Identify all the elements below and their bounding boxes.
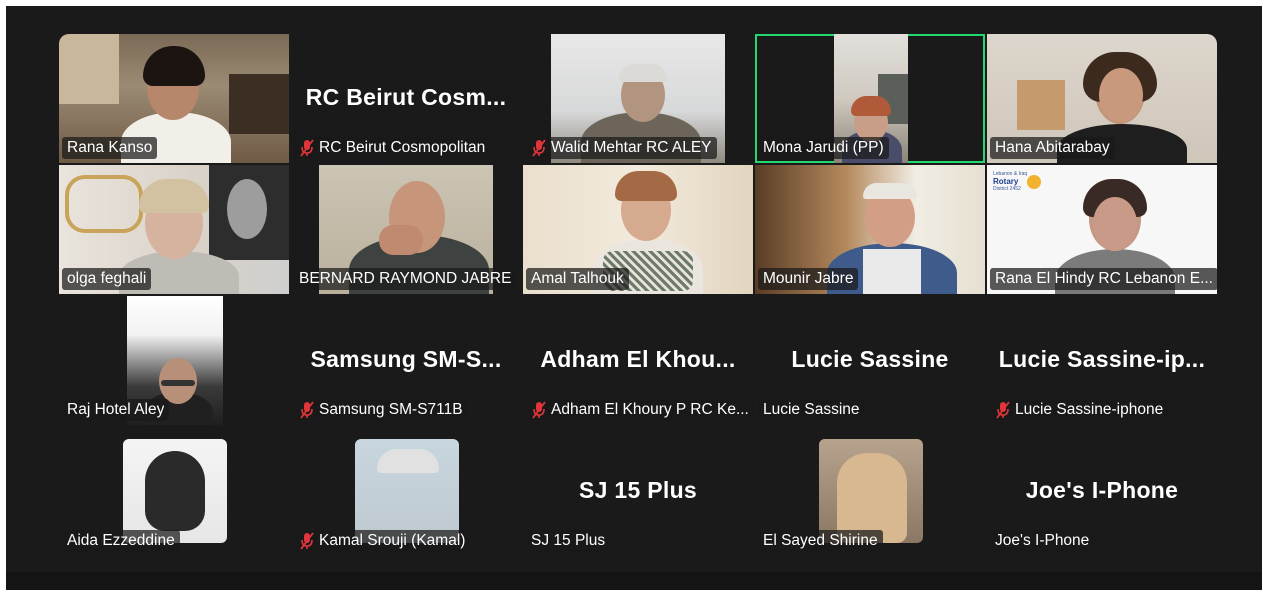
participant-display-name: Adham El Khou... (540, 346, 736, 372)
profile-photo (123, 439, 227, 543)
participant-name: Rana Kanso (67, 139, 153, 156)
participant-display-name: Lucie Sassine-ip... (998, 346, 1206, 372)
participant-name-label: Rana Kanso (62, 137, 158, 159)
participant-tile[interactable]: El Sayed Shirine (755, 427, 985, 556)
participant-tile[interactable]: Lucie Sassine Lucie Sassine (755, 296, 985, 425)
participant-tile[interactable]: olga feghali (59, 165, 289, 294)
participant-name: Kamal Srouji (Kamal) (319, 532, 466, 549)
participant-name: Adham El Khoury P RC Ke... (551, 401, 749, 418)
participant-name: SJ 15 Plus (531, 532, 606, 549)
participant-name-label: olga feghali (62, 268, 152, 290)
participant-name: Walid Mehtar RC ALEY (551, 139, 712, 156)
meeting-window: Rana Kanso RC Beirut Cosm... RC Beirut C… (6, 6, 1262, 590)
participant-name: Mounir Jabre (763, 270, 854, 287)
participant-name: Raj Hotel Aley (67, 401, 165, 418)
participant-display-name: RC Beirut Cosm... (305, 84, 507, 110)
participant-tile[interactable]: Adham El Khou... Adham El Khoury P RC Ke… (523, 296, 753, 425)
participant-name: RC Beirut Cosmopolitan (319, 139, 486, 156)
participant-name-label: Rana El Hindy RC Lebanon E... (990, 268, 1217, 290)
participant-name-label: SJ 15 Plus (526, 530, 611, 552)
participant-tile[interactable]: Mounir Jabre (755, 165, 985, 294)
profile-photo (819, 439, 923, 543)
participant-name: Lucie Sassine (763, 401, 860, 418)
participant-name-label: Samsung SM-S711B (294, 399, 468, 421)
participant-name: Aida Ezzeddine (67, 532, 175, 549)
participant-gallery: Rana Kanso RC Beirut Cosm... RC Beirut C… (59, 34, 1217, 556)
participant-name-label: Adham El Khoury P RC Ke... (526, 399, 753, 421)
participant-name-label: Amal Talhouk (526, 268, 629, 290)
participant-tile-active-speaker[interactable]: Mona Jarudi (PP) (755, 34, 985, 163)
participant-name-label: El Sayed Shirine (758, 530, 883, 552)
participant-name: olga feghali (67, 270, 147, 287)
participant-tile[interactable]: Walid Mehtar RC ALEY (523, 34, 753, 163)
participant-tile[interactable]: RC Beirut Cosm... RC Beirut Cosmopolitan (291, 34, 521, 163)
participant-display-name: Lucie Sassine (791, 346, 949, 372)
muted-microphone-icon (996, 401, 1010, 419)
participant-name-label: Hana Abitarabay (990, 137, 1115, 159)
participant-name-label: Aida Ezzeddine (62, 530, 180, 552)
participant-name-label: Raj Hotel Aley (62, 399, 170, 421)
participant-tile[interactable]: BERNARD RAYMOND JABRE (291, 165, 521, 294)
rotary-background-logo: Lebanon & Iraq Rotary District 2452 (993, 171, 1027, 192)
participant-tile[interactable]: Amal Talhouk (523, 165, 753, 294)
muted-microphone-icon (300, 139, 314, 157)
participant-name: BERNARD RAYMOND JABRE (299, 270, 512, 287)
muted-microphone-icon (532, 401, 546, 419)
participant-name-label: Mounir Jabre (758, 268, 859, 290)
participant-tile[interactable]: Hana Abitarabay (987, 34, 1217, 163)
participant-display-name: Samsung SM-S... (310, 346, 502, 372)
participant-name: Hana Abitarabay (995, 139, 1110, 156)
participant-name-label: Walid Mehtar RC ALEY (526, 137, 717, 159)
participant-tile[interactable]: Samsung SM-S... Samsung SM-S711B (291, 296, 521, 425)
participant-tile[interactable]: Lebanon & Iraq Rotary District 2452 Rana… (987, 165, 1217, 294)
participant-tile[interactable]: Kamal Srouji (Kamal) (291, 427, 521, 556)
participant-name-label: Joe's I-Phone (990, 530, 1095, 552)
participant-name-label: Lucie Sassine (758, 399, 865, 421)
participant-tile[interactable]: SJ 15 Plus SJ 15 Plus (523, 427, 753, 556)
participant-name: Mona Jarudi (PP) (763, 139, 884, 156)
participant-name-label: BERNARD RAYMOND JABRE (294, 268, 517, 290)
participant-name-label: Kamal Srouji (Kamal) (294, 530, 471, 552)
participant-name: Rana El Hindy RC Lebanon E... (995, 270, 1213, 287)
participant-tile[interactable]: Aida Ezzeddine (59, 427, 289, 556)
participant-name-label: Lucie Sassine-iphone (990, 399, 1169, 421)
profile-photo (355, 439, 459, 543)
participant-tile[interactable]: Lucie Sassine-ip... Lucie Sassine-iphone (987, 296, 1217, 425)
participant-name: Samsung SM-S711B (319, 401, 463, 418)
bottom-toolbar-strip (6, 572, 1262, 590)
participant-tile[interactable]: Joe's I-Phone Joe's I-Phone (987, 427, 1217, 556)
rotary-logo-wordmark: Rotary (993, 177, 1019, 186)
participant-name: El Sayed Shirine (763, 532, 878, 549)
muted-microphone-icon (532, 139, 546, 157)
participant-tile[interactable]: Rana Kanso (59, 34, 289, 163)
participant-display-name: Joe's I-Phone (1025, 477, 1179, 503)
muted-microphone-icon (300, 401, 314, 419)
participant-name: Amal Talhouk (531, 270, 624, 287)
participant-name: Joe's I-Phone (995, 532, 1090, 549)
participant-display-name: SJ 15 Plus (578, 477, 698, 503)
participant-name-label: RC Beirut Cosmopolitan (294, 137, 491, 159)
participant-name-label: Mona Jarudi (PP) (758, 137, 889, 159)
rotary-logo-line: District 2452 (993, 186, 1021, 192)
muted-microphone-icon (300, 532, 314, 550)
rotary-wheel-icon (1027, 175, 1041, 189)
participant-name: Lucie Sassine-iphone (1015, 401, 1164, 418)
participant-tile[interactable]: Raj Hotel Aley (59, 296, 289, 425)
